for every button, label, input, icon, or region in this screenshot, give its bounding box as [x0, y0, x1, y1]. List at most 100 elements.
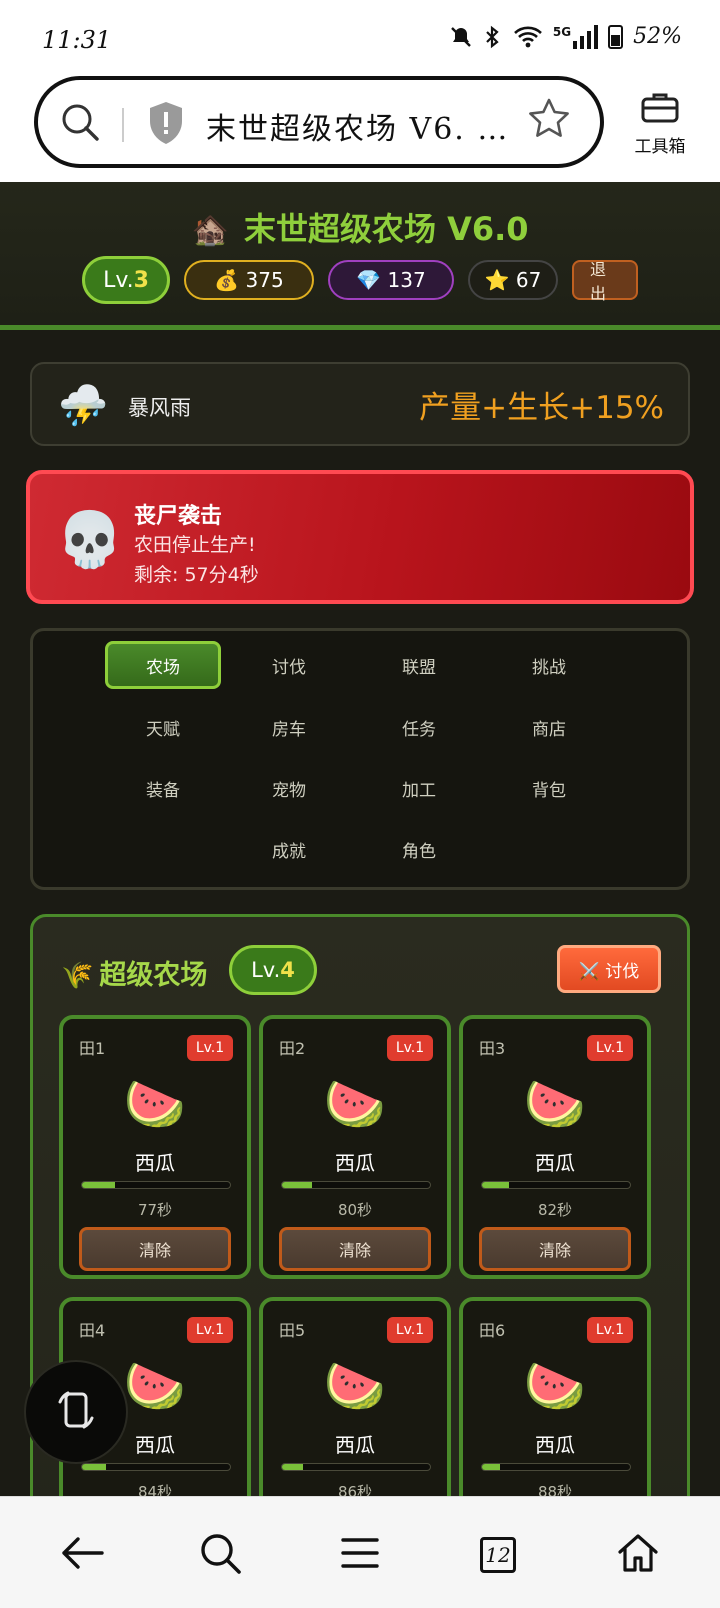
menu-item-shop[interactable]: 商店: [491, 703, 607, 751]
clear-button[interactable]: 清除: [279, 1227, 431, 1271]
battery-icon: [608, 24, 624, 49]
gold-amount: 375: [245, 268, 284, 292]
status-icons: 5G 52%: [449, 24, 682, 49]
home-icon: [616, 1532, 660, 1578]
plot-level-badge: Lv.1: [187, 1035, 233, 1061]
menu-icon: [340, 1535, 380, 1575]
menu-item-backpack[interactable]: 背包: [491, 764, 607, 812]
plot-number: 田4: [79, 1321, 106, 1340]
search-icon: [197, 1530, 243, 1580]
storm-icon: ⛈️: [58, 383, 108, 429]
status-bar: 11:31 5G 52%: [0, 0, 720, 80]
plot-number: 田6: [479, 1321, 506, 1340]
menu-item-achievements[interactable]: 成就: [231, 825, 347, 873]
gem-counter: 💎 137: [328, 260, 454, 300]
menu-item-rv[interactable]: 房车: [231, 703, 347, 751]
farm-plot[interactable]: 田1 Lv.1 🍉 西瓜 77秒 清除: [59, 1015, 251, 1279]
wheat-icon: 🌾: [61, 961, 94, 991]
menu-button[interactable]: [330, 1525, 390, 1585]
toolbox-label: 工具箱: [634, 137, 686, 157]
plot-level-badge: Lv.1: [587, 1035, 633, 1061]
rotate-icon: [56, 1388, 96, 1436]
growth-progress-bar: [281, 1463, 431, 1471]
watermelon-icon: 🍉: [323, 1357, 387, 1415]
signal-icon: 5G: [553, 24, 599, 49]
plot-level-badge: Lv.1: [187, 1317, 233, 1343]
clear-button[interactable]: 清除: [79, 1227, 231, 1271]
watermelon-icon: 🍉: [323, 1075, 387, 1133]
weather-panel: ⛈️ 暴风雨 产量+生长+15%: [30, 362, 690, 446]
browser-bottom-nav: 12: [0, 1496, 720, 1608]
growth-progress-bar: [481, 1181, 631, 1189]
player-stats: Lv. 3 💰 375 💎 137 ⭐ 67 退出: [0, 256, 720, 304]
gold-counter: 💰 375: [184, 260, 314, 300]
star-icon[interactable]: [526, 96, 572, 146]
battery-percent: 52%: [633, 24, 682, 49]
menu-item-character[interactable]: 角色: [361, 825, 477, 873]
watermelon-icon: 🍉: [123, 1075, 187, 1133]
gem-amount: 137: [387, 268, 426, 292]
zombie-alert: 💀 丧尸袭击 农田停止生产! 剩余: 57分4秒: [26, 470, 694, 604]
house-icon: 🏚️: [191, 213, 229, 248]
plot-level-badge: Lv.1: [387, 1035, 433, 1061]
menu-item-farm[interactable]: 农场: [105, 641, 221, 689]
star-counter: ⭐ 67: [468, 260, 558, 300]
tabs-icon: 12: [480, 1537, 516, 1573]
farm-plot[interactable]: 田3 Lv.1 🍉 西瓜 82秒 清除: [459, 1015, 651, 1279]
clear-button[interactable]: 清除: [479, 1227, 631, 1271]
rotate-screen-button[interactable]: [24, 1360, 128, 1464]
menu-item-talent[interactable]: 天赋: [105, 703, 221, 751]
menu-item-processing[interactable]: 加工: [361, 764, 477, 812]
menu-item-equipment[interactable]: 装备: [105, 764, 221, 812]
tabs-button[interactable]: 12: [468, 1525, 528, 1585]
growth-time: 77秒: [137, 1201, 173, 1219]
toolbox-icon: [640, 93, 680, 128]
growth-progress-bar: [481, 1463, 631, 1471]
weather-name: 暴风雨: [128, 396, 191, 420]
crop-name: 西瓜: [535, 1433, 575, 1457]
growth-progress-bar: [81, 1463, 231, 1471]
exit-button[interactable]: 退出: [572, 260, 638, 303]
game-title-text: 末世超级农场 V6.0: [243, 210, 529, 248]
menu-item-crusade[interactable]: 讨伐: [231, 641, 347, 689]
nav-search-button[interactable]: [190, 1525, 250, 1585]
game-header: 🏚️ 末世超级农场 V6.0 Lv. 3 💰 375 💎 137 ⭐ 67 退出: [0, 182, 720, 330]
farm-plot[interactable]: 田2 Lv.1 🍉 西瓜 80秒 清除: [259, 1015, 451, 1279]
growth-progress-bar: [281, 1181, 431, 1189]
main-menu: 农场 讨伐 联盟 挑战 天赋 房车 任务 商店 装备 宠物 加工 背包 成就 角…: [30, 628, 690, 890]
bluetooth-icon: [483, 25, 503, 49]
watermelon-icon: 🍉: [523, 1075, 587, 1133]
crop-name: 西瓜: [135, 1151, 175, 1175]
star-amount: 67: [515, 268, 542, 292]
menu-item-tasks[interactable]: 任务: [361, 703, 477, 751]
farm-level-badge: Lv. 4: [229, 945, 317, 995]
plot-number: 田5: [279, 1321, 306, 1340]
toolbox-button[interactable]: 工具箱: [620, 90, 700, 157]
url-text[interactable]: 末世超级农场 V6. …: [206, 104, 509, 148]
plot-number: 田1: [79, 1039, 106, 1058]
mute-icon: [449, 25, 473, 49]
growth-progress-bar: [81, 1181, 231, 1189]
plot-level-badge: Lv.1: [587, 1317, 633, 1343]
crusade-button[interactable]: ⚔️ 讨伐: [557, 945, 661, 993]
crop-name: 西瓜: [335, 1433, 375, 1457]
menu-item-pets[interactable]: 宠物: [231, 764, 347, 812]
back-icon: [58, 1533, 106, 1577]
watermelon-icon: 🍉: [523, 1357, 587, 1415]
alert-title: 丧尸袭击: [134, 504, 223, 529]
plot-number: 田3: [479, 1039, 506, 1058]
menu-item-challenge[interactable]: 挑战: [491, 641, 607, 689]
address-bar[interactable]: 末世超级农场 V6. …: [34, 76, 604, 168]
skull-icon: 💀: [56, 508, 124, 571]
farm-title-text: 超级农场: [99, 960, 208, 991]
back-button[interactable]: [52, 1525, 112, 1585]
game-title: 🏚️ 末世超级农场 V6.0: [0, 204, 720, 250]
alert-timer: 剩余: 57分4秒: [134, 564, 259, 586]
home-button[interactable]: [608, 1525, 668, 1585]
search-icon[interactable]: [58, 100, 102, 148]
farm-title: 🌾 超级农场: [61, 953, 207, 992]
crop-name: 西瓜: [535, 1151, 575, 1175]
plot-number: 田2: [279, 1039, 306, 1058]
menu-item-alliance[interactable]: 联盟: [361, 641, 477, 689]
shield-icon[interactable]: [146, 100, 186, 150]
